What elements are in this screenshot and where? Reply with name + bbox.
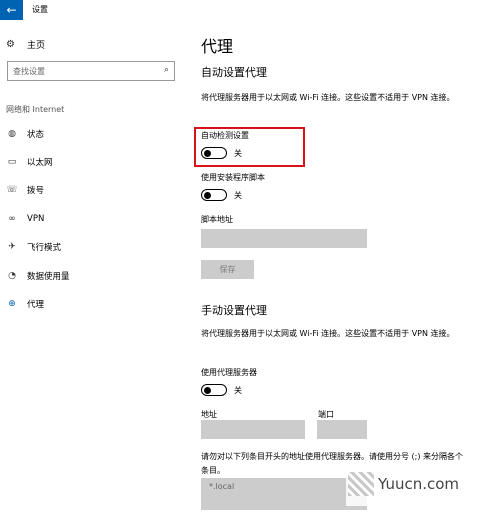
- proxy-port-label: 端口: [318, 410, 334, 419]
- section-title-auto: 自动设置代理: [201, 66, 267, 79]
- sidebar-item-proxy[interactable]: ⊕ 代理: [6, 297, 44, 311]
- title-bar: ← 设置: [0, 0, 488, 20]
- use-proxy-label: 使用代理服务器: [201, 368, 257, 377]
- toggle-knob: [204, 191, 211, 199]
- sidebar-item-label: 主页: [27, 40, 46, 51]
- auto-description: 将代理服务器用于以太网或 Wi-Fi 连接。这些设置不适用于 VPN 连接。: [201, 93, 455, 102]
- back-button[interactable]: ←: [0, 0, 23, 20]
- proxy-address-input[interactable]: [201, 420, 305, 439]
- vpn-icon: ∞: [8, 214, 16, 224]
- exceptions-value: *.local: [209, 482, 235, 491]
- gear-icon: ⚙: [6, 38, 15, 50]
- proxy-port-input[interactable]: [317, 420, 367, 439]
- toggle-knob: [204, 386, 211, 394]
- sidebar: ⚙ 主页 查找设置 ⌕ 网络和 Internet ◍ 状态 ▭ 以太网 ☏ 拨号…: [0, 20, 185, 514]
- sidebar-item-airplane-mode[interactable]: ✈ 飞行模式: [6, 240, 61, 254]
- globe-icon: ⊕: [8, 299, 16, 309]
- search-input[interactable]: 查找设置 ⌕: [7, 61, 175, 81]
- setup-script-state: 关: [234, 191, 242, 200]
- sidebar-item-label: 飞行模式: [27, 243, 62, 253]
- exceptions-input[interactable]: *.local: [201, 478, 367, 510]
- use-proxy-toggle[interactable]: [201, 384, 227, 396]
- group-label: 网络和 Internet: [6, 105, 65, 114]
- sidebar-item-label: 以太网: [27, 158, 53, 168]
- save-button[interactable]: 保存: [201, 260, 254, 279]
- use-proxy-state: 关: [234, 386, 242, 395]
- search-placeholder: 查找设置: [13, 67, 45, 76]
- sidebar-item-label: 拨号: [27, 186, 45, 196]
- manual-description: 将代理服务器用于以太网或 Wi-Fi 连接。这些设置不适用于 VPN 连接。: [201, 329, 455, 338]
- sidebar-item-label: 数据使用量: [27, 272, 70, 282]
- watermark-logo: [348, 472, 374, 496]
- script-address-input[interactable]: [201, 229, 367, 248]
- sidebar-item-data-usage[interactable]: ◔ 数据使用量: [6, 269, 70, 283]
- setup-script-label: 使用安装程序脚本: [201, 173, 265, 182]
- section-title-manual: 手动设置代理: [201, 304, 267, 317]
- main-content: 代理 自动设置代理 将代理服务器用于以太网或 Wi-Fi 连接。这些设置不适用于…: [200, 20, 488, 514]
- globe-status-icon: ◍: [8, 129, 16, 139]
- airplane-icon: ✈: [8, 242, 16, 252]
- highlight-box: [194, 127, 305, 167]
- search-icon: ⌕: [163, 65, 169, 75]
- setup-script-toggle[interactable]: [201, 189, 227, 201]
- data-usage-icon: ◔: [8, 271, 16, 281]
- sidebar-item-dialup[interactable]: ☏ 拨号: [6, 183, 44, 197]
- watermark: Yuucn.com: [346, 466, 488, 506]
- proxy-address-label: 地址: [201, 410, 217, 419]
- window-title: 设置: [32, 5, 48, 14]
- dialup-phone-icon: ☏: [6, 185, 18, 195]
- script-address-label: 脚本地址: [201, 215, 233, 224]
- sidebar-item-label: VPN: [27, 214, 45, 224]
- sidebar-item-label: 状态: [27, 130, 45, 140]
- page-title: 代理: [201, 37, 234, 56]
- monitor-icon: ▭: [7, 157, 17, 167]
- sidebar-item-ethernet[interactable]: ▭ 以太网: [6, 155, 53, 169]
- sidebar-item-vpn[interactable]: ∞ VPN: [6, 212, 44, 226]
- sidebar-item-status[interactable]: ◍ 状态: [6, 127, 44, 141]
- sidebar-item-label: 代理: [27, 300, 45, 310]
- sidebar-item-home[interactable]: ⚙ 主页: [6, 37, 45, 51]
- watermark-text: Yuucn.com: [378, 475, 460, 493]
